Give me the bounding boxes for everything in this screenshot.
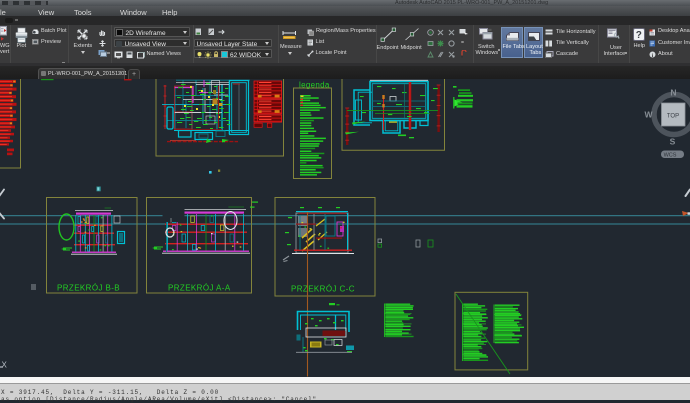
svg-text:TOP: TOP — [667, 114, 679, 120]
svg-text:N: N — [670, 88, 676, 98]
svg-text:W: W — [644, 110, 653, 120]
svg-text:PRZEKRÓJ C-C: PRZEKRÓJ C-C — [291, 285, 355, 294]
svg-text:WCS: WCS — [664, 153, 677, 159]
svg-text:?: ? — [635, 30, 641, 41]
svg-text:PRZEKRÓJ B-B: PRZEKRÓJ B-B — [57, 284, 120, 293]
svg-text:S: S — [670, 137, 676, 147]
svg-text:PRZEKRÓJ A-A: PRZEKRÓJ A-A — [168, 284, 231, 293]
svg-text:X: X — [2, 361, 8, 370]
